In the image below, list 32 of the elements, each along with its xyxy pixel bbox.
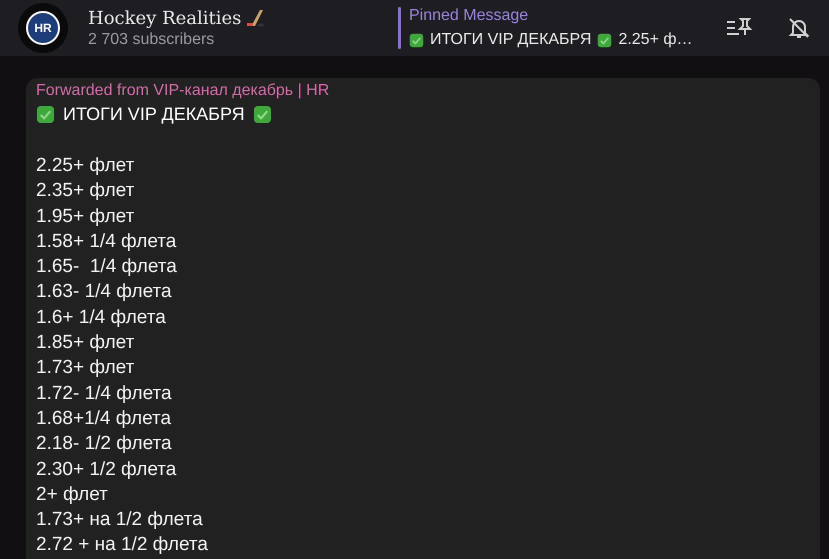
- message-line: 2+ флет: [36, 482, 109, 507]
- pinned-text: ИТОГИ VIP ДЕКАБРЯ: [430, 31, 592, 49]
- pinned-message-bar[interactable]: Pinned Message ИТОГИ VIP ДЕКАБРЯ 2.25+ ф…: [398, 7, 695, 49]
- message-line: 1.85+ флет: [36, 331, 136, 356]
- avatar-logo-text: HR: [26, 11, 60, 45]
- muted-bell-icon: [787, 16, 811, 40]
- message-line: 1.73+ на 1/2 флета: [36, 508, 204, 532]
- check-mark-icon: [409, 32, 424, 48]
- hockey-stick-icon: [245, 8, 266, 28]
- message-line: 1.72- 1/4 флета: [36, 382, 173, 406]
- message-line: 1.65- 1/4 флета: [36, 255, 178, 280]
- channel-title: Hockey Realities: [88, 8, 242, 28]
- message-line: 1.58+ 1/4 флета: [36, 230, 178, 254]
- check-mark-icon: [252, 105, 272, 124]
- check-mark-icon: [36, 105, 55, 124]
- message-line: 1.73+ флет: [36, 356, 136, 380]
- message-line: 1.63- 1/4 флета: [36, 280, 173, 304]
- message-line: 1.6+ 1/4 флета: [36, 306, 167, 330]
- subscriber-count: 2 703 subscribers: [88, 30, 216, 48]
- channel-avatar[interactable]: HR: [18, 3, 68, 53]
- message-line: 2.25+ флет: [36, 154, 136, 178]
- message-title: ИТОГИ VIP ДЕКАБРЯ: [63, 104, 245, 125]
- message-line: 2.35+ флет: [36, 179, 136, 204]
- pinned-text: 2.25+ ф…: [618, 31, 693, 49]
- check-mark-icon: [597, 32, 612, 48]
- forwarded-from-label[interactable]: Forwarded from VIP-канал декабрь | HR: [36, 82, 810, 100]
- message-line: 2.72 + на 1/2 флета: [36, 533, 209, 558]
- message-line: 1.68+1/4 флета: [36, 406, 172, 431]
- message-line: 2.30+ 1/2 флета: [36, 458, 178, 482]
- pinned-label: Pinned Message: [409, 7, 530, 25]
- message-line: 1.95+ флет: [36, 204, 136, 229]
- message-line: 2.18- 1/2 флета: [36, 432, 173, 456]
